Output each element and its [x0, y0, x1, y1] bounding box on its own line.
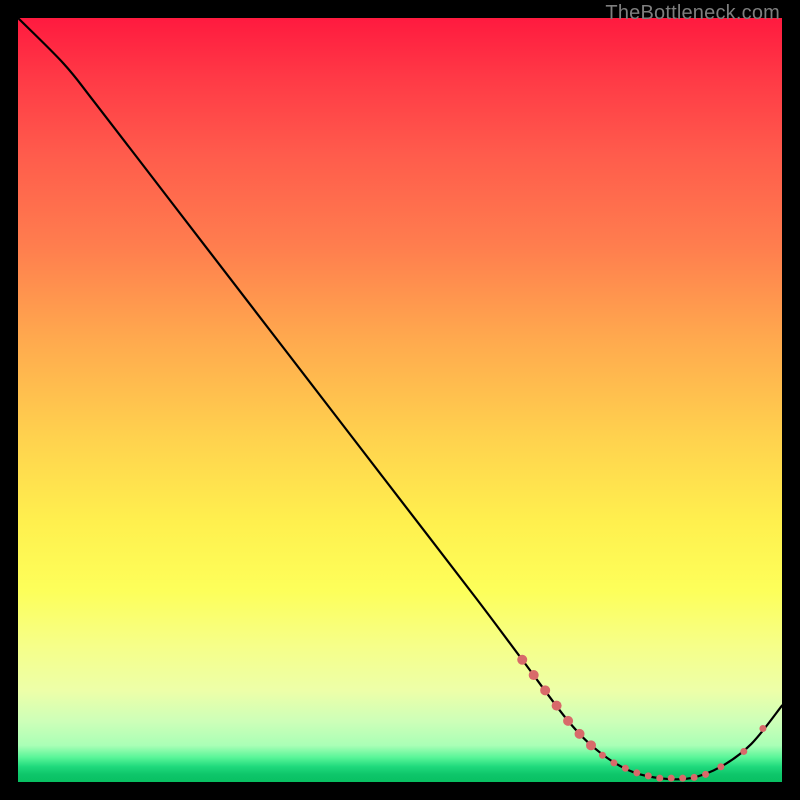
marker-dot [586, 740, 596, 750]
marker-dot [759, 725, 766, 732]
marker-dot [540, 685, 550, 695]
marker-dot [517, 655, 527, 665]
marker-dot [702, 771, 709, 778]
marker-dot [552, 701, 562, 711]
marker-dot [668, 775, 675, 782]
marker-dot [656, 775, 663, 782]
chart-container: TheBottleneck.com [0, 0, 800, 800]
marker-dot [740, 748, 747, 755]
marker-dot [599, 752, 606, 759]
curve-svg [18, 18, 782, 782]
marker-dot [563, 716, 573, 726]
marker-dot [717, 763, 724, 770]
marker-dot [691, 774, 698, 781]
marker-dot [610, 759, 617, 766]
marker-dot [622, 765, 629, 772]
marker-dot [575, 729, 585, 739]
plot-area [18, 18, 782, 782]
marker-dot [633, 769, 640, 776]
bottleneck-curve [18, 18, 782, 779]
attribution-text: TheBottleneck.com [605, 2, 780, 25]
marker-dot [679, 775, 686, 782]
marker-dot [529, 670, 539, 680]
marker-dot [645, 772, 652, 779]
